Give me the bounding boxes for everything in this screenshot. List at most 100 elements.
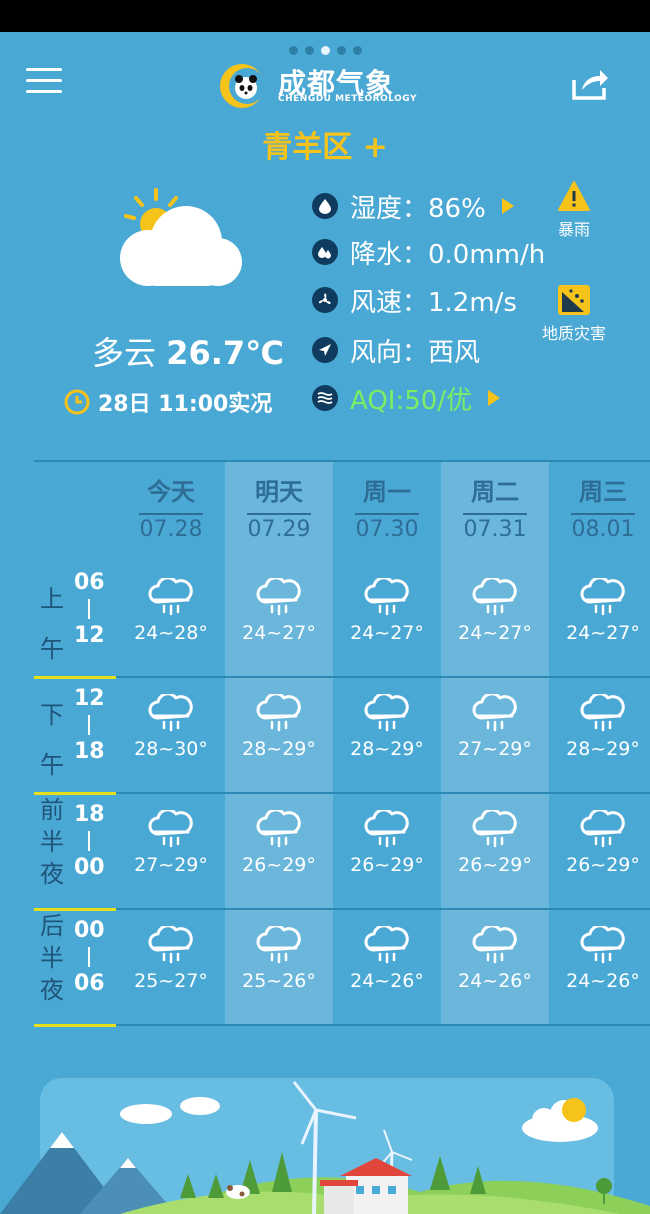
humidity-row[interactable]: 湿度：86% [312, 186, 514, 226]
current-temperature: 26.7℃ [166, 334, 284, 372]
forecast-cell[interactable]: 24~26° [333, 926, 441, 992]
day-header[interactable]: 周三 08.01 [549, 472, 650, 542]
forecast-cell[interactable]: 25~26° [225, 926, 333, 992]
row-divider [34, 908, 650, 911]
share-button[interactable] [570, 66, 610, 102]
period-label-char: 上 [40, 585, 64, 613]
forecast-cell[interactable]: 24~26° [549, 926, 650, 992]
temperature-range: 24~28° [134, 622, 208, 644]
forecast-cell[interactable]: 24~27° [225, 578, 333, 644]
forecast-cell[interactable]: 25~27° [117, 926, 225, 992]
temperature-range: 27~29° [458, 738, 532, 760]
day-header[interactable]: 明天 07.29 [225, 472, 333, 542]
forecast-cell[interactable]: 26~29° [549, 810, 650, 876]
page-dot[interactable] [304, 46, 314, 55]
forecast-cell[interactable]: 24~27° [333, 578, 441, 644]
day-name: 周一 [363, 478, 411, 506]
page-dot-active[interactable] [320, 46, 330, 55]
precipitation-row: 降水：0.0mm/h [312, 232, 545, 272]
rain-cloud-icon [148, 578, 193, 616]
aqi-arrow-icon [488, 390, 501, 406]
period-label-group: 前半夜 18 00 [34, 792, 114, 908]
temperature-range: 24~27° [566, 622, 640, 644]
forecast-cell[interactable]: 24~26° [441, 926, 549, 992]
page-dot[interactable] [352, 46, 362, 55]
precipitation-value: 降水：0.0mm/h [350, 239, 546, 270]
temperature-range: 24~26° [458, 970, 532, 992]
rain-cloud-icon [256, 578, 301, 616]
day-date: 07.28 [139, 513, 203, 542]
status-bar [0, 0, 650, 32]
rain-cloud-icon [148, 926, 193, 964]
rain-cloud-icon [472, 810, 517, 848]
current-condition: 多云 26.7℃ [92, 328, 284, 374]
period-times: 00 06 [74, 918, 105, 996]
temperature-range: 26~29° [458, 854, 532, 876]
rain-cloud-icon [364, 694, 409, 732]
row-divider-accent [34, 1024, 116, 1027]
district-selector[interactable]: 青羊区 + [0, 122, 650, 166]
temperature-range: 25~27° [134, 970, 208, 992]
forecast-cell[interactable]: 27~29° [441, 694, 549, 760]
day-header[interactable]: 今天 07.28 [117, 472, 225, 542]
row-divider [34, 676, 650, 679]
forecast-cell[interactable]: 24~27° [441, 578, 549, 644]
forecast-cell[interactable]: 28~30° [117, 694, 225, 760]
forecast-cell[interactable]: 26~29° [225, 810, 333, 876]
day-date: 07.29 [247, 513, 311, 542]
period-start: 06 [74, 570, 105, 595]
forecast-cell[interactable]: 26~29° [333, 810, 441, 876]
period-label-char: 半 [40, 828, 64, 856]
temperature-range: 28~29° [566, 738, 640, 760]
app-subtitle: CHENGDU METEOROLOGY [278, 94, 418, 104]
cloudy-weather-icon [112, 186, 248, 296]
period-label-char: 下 [40, 701, 64, 729]
aqi-value: AQI:50/优 [350, 385, 473, 416]
forecast-cell[interactable]: 28~29° [225, 694, 333, 760]
observation-time: 28日 11:00实况 [64, 386, 272, 418]
forecast-cell[interactable]: 28~29° [333, 694, 441, 760]
temperature-range: 28~29° [350, 738, 424, 760]
temperature-range: 27~29° [134, 854, 208, 876]
day-header[interactable]: 周一 07.30 [333, 472, 441, 542]
wind-direction-value: 风向：西风 [350, 337, 481, 368]
temperature-range: 26~29° [566, 854, 640, 876]
forecast-cell[interactable]: 28~29° [549, 694, 650, 760]
temperature-range: 24~26° [350, 970, 424, 992]
page-dot[interactable] [288, 46, 298, 55]
period-end: 12 [74, 623, 105, 648]
menu-button[interactable] [26, 68, 62, 94]
wind-speed-row: 风速：1.2m/s [312, 280, 517, 320]
day-date: 07.30 [355, 513, 419, 542]
day-header[interactable]: 周二 07.31 [441, 472, 549, 542]
share-icon [572, 70, 608, 100]
rain-cloud-icon [580, 694, 625, 732]
rain-cloud-icon [148, 810, 193, 848]
period-label-char: 半 [40, 944, 64, 972]
temperature-range: 24~27° [242, 622, 316, 644]
alert-label: 地质灾害 [541, 324, 606, 343]
page-dot[interactable] [336, 46, 346, 55]
period-label: 后半夜 [40, 910, 64, 1006]
forecast-cell[interactable]: 24~28° [117, 578, 225, 644]
alert-geological[interactable]: 地质灾害 [532, 284, 616, 344]
page-indicator [0, 46, 650, 55]
fan-icon [312, 287, 338, 313]
period-label-char: 午 [40, 635, 64, 663]
alert-rainstorm[interactable]: 暴雨 [544, 180, 604, 240]
aqi-row[interactable]: AQI:50/优 [312, 378, 501, 418]
forecast-cell[interactable]: 26~29° [441, 810, 549, 876]
rain-cloud-icon [256, 810, 301, 848]
forecast-top-divider [34, 460, 650, 462]
day-name: 今天 [147, 478, 195, 506]
period-label-group: 下午 12 18 [34, 676, 114, 792]
forecast-cell[interactable]: 27~29° [117, 810, 225, 876]
temperature-range: 25~26° [242, 970, 316, 992]
forecast-cell[interactable]: 24~27° [549, 578, 650, 644]
period-start: 12 [74, 686, 105, 711]
period-label-group: 后半夜 00 06 [34, 908, 114, 1024]
temperature-range: 28~29° [242, 738, 316, 760]
humidity-arrow-icon [501, 198, 514, 214]
period-times: 18 00 [74, 802, 105, 880]
landscape-illustration [0, 1078, 650, 1214]
